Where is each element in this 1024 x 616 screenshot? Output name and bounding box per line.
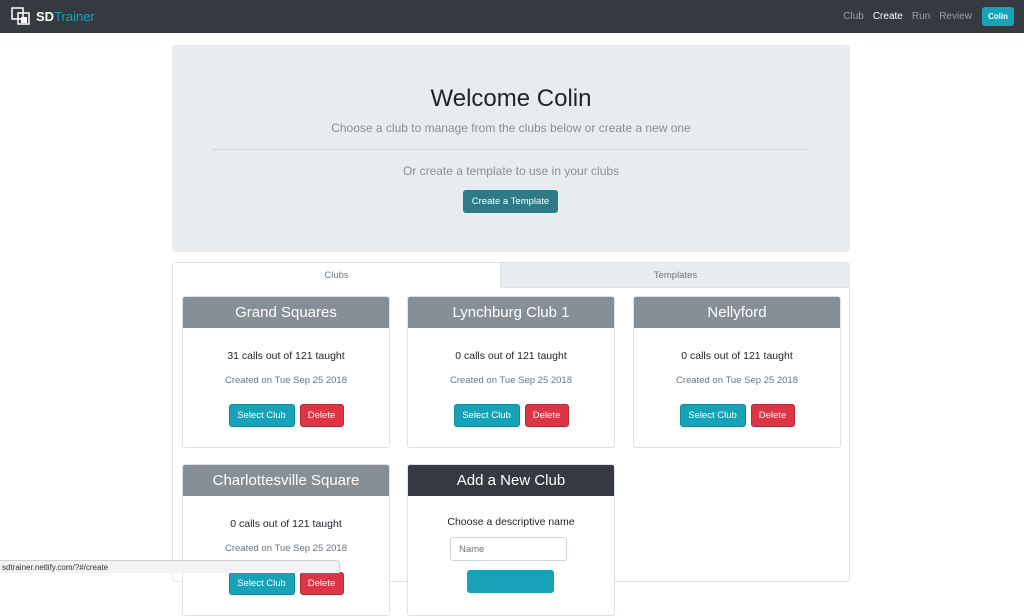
clubs-tabs-panel: Clubs Templates Grand Squares 31 calls o… (172, 262, 850, 616)
club-call-count: 0 calls out of 121 taught (455, 350, 567, 362)
club-actions: Select Club Delete (634, 404, 840, 427)
brand-trainer-text: Trainer (54, 9, 95, 24)
club-card: Grand Squares 31 calls out of 121 taught… (182, 296, 390, 448)
top-navbar: SD Trainer Club Create Run Review Colin (0, 0, 1024, 33)
club-name: Lynchburg Club 1 (408, 297, 614, 328)
club-name: Nellyford (634, 297, 840, 328)
delete-club-button[interactable]: Delete (299, 572, 344, 595)
club-card: Nellyford 0 calls out of 121 taught Crea… (633, 296, 841, 448)
delete-club-button[interactable]: Delete (750, 404, 795, 427)
club-name: Grand Squares (183, 297, 389, 328)
club-created-date: Created on Tue Sep 25 2018 (224, 543, 347, 554)
delete-club-button[interactable]: Delete (299, 404, 344, 427)
brand-sd-text: SD (36, 9, 55, 24)
nav-link-create[interactable]: Create (873, 11, 903, 22)
add-club-label: Choose a descriptive name (447, 516, 575, 528)
welcome-subtitle: Choose a club to manage from the clubs b… (331, 121, 691, 135)
club-actions: Select Club Delete (183, 404, 389, 427)
nav-link-club[interactable]: Club (843, 11, 864, 22)
club-created-date: Created on Tue Sep 25 2018 (675, 375, 798, 386)
squares-logo-icon (11, 6, 30, 25)
nav-links: Club Create Run Review Colin (834, 7, 1014, 26)
browser-status-url: sdtrainer.netlify.com/?#/create (0, 560, 340, 573)
club-card: Lynchburg Club 1 0 calls out of 121 taug… (407, 296, 615, 448)
club-actions: Select Club Delete (408, 404, 614, 427)
template-prompt: Or create a template to use in your club… (402, 164, 620, 178)
club-created-date: Created on Tue Sep 25 2018 (224, 375, 347, 386)
add-club-card: Add a New Club Choose a descriptive name (407, 464, 615, 616)
club-name: Charlottesville Square (183, 465, 389, 496)
club-call-count: 0 calls out of 121 taught (681, 350, 793, 362)
add-club-title: Add a New Club (408, 465, 614, 496)
club-card: Charlottesville Square 0 calls out of 12… (182, 464, 390, 616)
nav-link-run[interactable]: Run (912, 11, 930, 22)
brand-logo-link[interactable]: SD Trainer (11, 6, 95, 27)
welcome-jumbotron: Welcome Colin Choose a club to manage fr… (172, 45, 850, 252)
add-club-button[interactable] (467, 570, 554, 593)
tab-templates[interactable]: Templates (501, 263, 850, 288)
club-created-date: Created on Tue Sep 25 2018 (449, 375, 572, 386)
delete-club-button[interactable]: Delete (524, 404, 569, 427)
welcome-title: Welcome Colin (430, 85, 592, 112)
select-club-button[interactable]: Select Club (228, 572, 295, 595)
user-menu-button[interactable]: Colin (982, 7, 1014, 26)
club-call-count: 31 calls out of 121 taught (227, 350, 345, 362)
tab-clubs[interactable]: Clubs (173, 263, 501, 288)
select-club-button[interactable]: Select Club (453, 404, 520, 427)
club-name-input[interactable] (450, 537, 567, 561)
club-call-count: 0 calls out of 121 taught (230, 518, 342, 530)
nav-link-review[interactable]: Review (939, 11, 972, 22)
club-actions: Select Club Delete (183, 572, 389, 595)
select-club-button[interactable]: Select Club (228, 404, 295, 427)
select-club-button[interactable]: Select Club (679, 404, 746, 427)
divider (212, 149, 809, 150)
create-template-button[interactable]: Create a Template (463, 190, 558, 213)
